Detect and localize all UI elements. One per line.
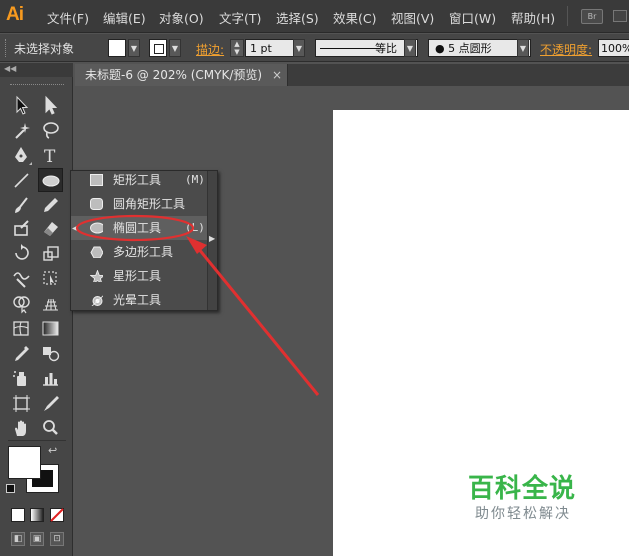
annotation-arrow-line [196, 247, 320, 396]
watermark-slogan: 助你轻松解决 [475, 506, 571, 522]
annotation-highlight-ellipse [75, 214, 195, 242]
watermark-logo-text: 百科全说 [468, 474, 577, 504]
annotation-arrow-head [186, 236, 207, 254]
